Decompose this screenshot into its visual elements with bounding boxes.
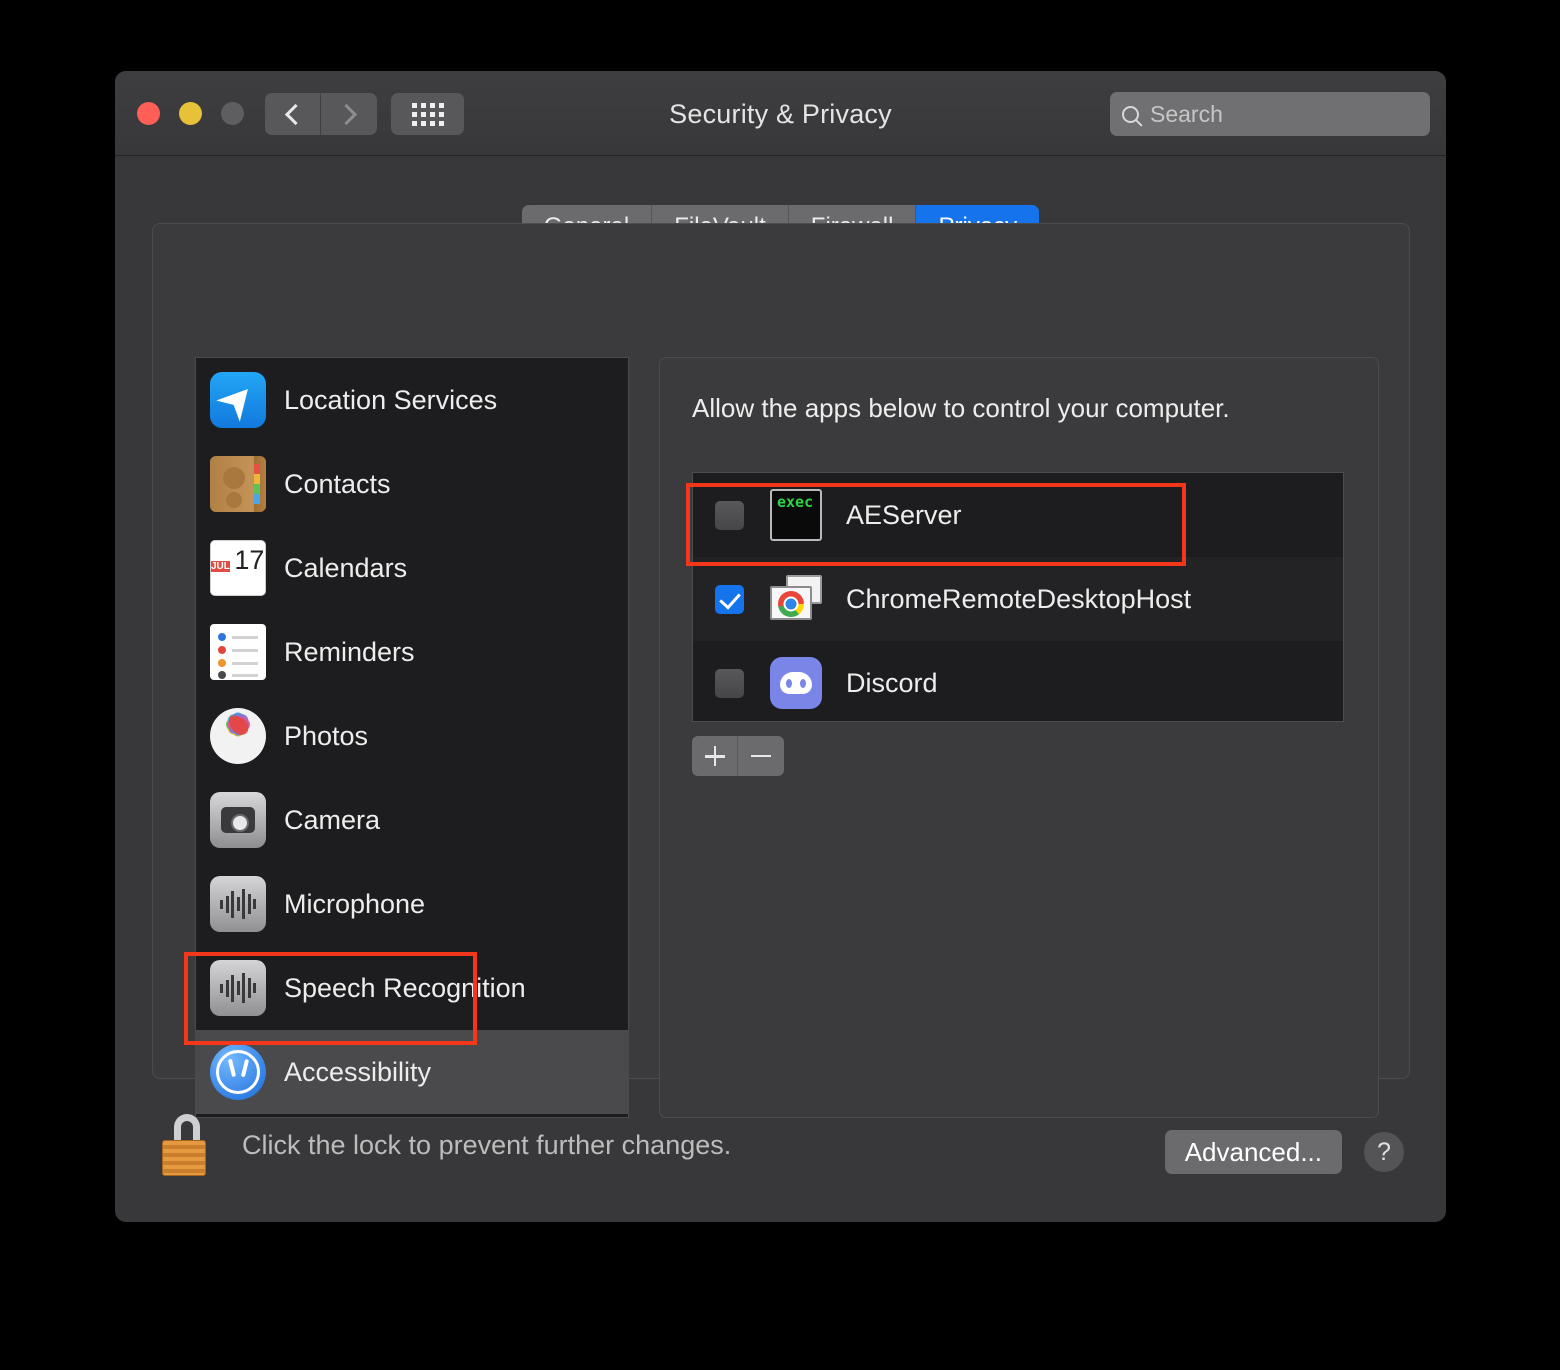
system-preferences-window: Security & Privacy Search General FileVa… [115, 71, 1446, 1222]
table-row[interactable]: ChromeRemoteDesktopHost [693, 557, 1343, 641]
terminal-exec-icon: exec [770, 489, 822, 541]
chrome-remote-desktop-icon [770, 573, 822, 625]
app-name: AEServer [846, 500, 962, 531]
screenshot-root: Security & Privacy Search General FileVa… [0, 0, 1560, 1370]
unlocked-padlock-icon[interactable] [160, 1114, 220, 1176]
calendar-month: JUL [211, 561, 230, 572]
table-row[interactable]: Discord [693, 641, 1343, 722]
sidebar-item-reminders[interactable]: Reminders [196, 610, 628, 694]
accessibility-icon [210, 1044, 266, 1100]
sidebar-item-photos[interactable]: Photos [196, 694, 628, 778]
lock-message: Click the lock to prevent further change… [242, 1130, 731, 1161]
sidebar-item-label: Speech Recognition [284, 973, 526, 1004]
table-row[interactable]: exec AEServer [693, 473, 1343, 557]
photos-icon [210, 708, 266, 764]
app-name: Discord [846, 668, 938, 699]
search-placeholder: Search [1150, 101, 1223, 128]
sidebar-item-label: Calendars [284, 553, 407, 584]
microphone-icon [210, 876, 266, 932]
plus-icon [705, 746, 725, 766]
privacy-pane: Location Services Contacts JUL 17 Calend… [152, 223, 1410, 1079]
minus-icon [751, 755, 771, 758]
sidebar-item-contacts[interactable]: Contacts [196, 442, 628, 526]
speech-recognition-icon [210, 960, 266, 1016]
sidebar-item-label: Location Services [284, 385, 497, 416]
sidebar-item-label: Photos [284, 721, 368, 752]
sidebar-item-camera[interactable]: Camera [196, 778, 628, 862]
sidebar-item-microphone[interactable]: Microphone [196, 862, 628, 946]
add-app-button[interactable] [692, 736, 738, 776]
remove-app-button[interactable] [738, 736, 784, 776]
accessibility-apps-panel: Allow the apps below to control your com… [659, 357, 1379, 1118]
calendar-day: 17 [234, 545, 264, 575]
sidebar-item-label: Microphone [284, 889, 425, 920]
sidebar-item-label: Reminders [284, 637, 415, 668]
search-input[interactable]: Search [1110, 92, 1430, 136]
app-checkbox[interactable] [715, 501, 744, 530]
privacy-category-list[interactable]: Location Services Contacts JUL 17 Calend… [195, 357, 629, 1118]
panel-heading: Allow the apps below to control your com… [692, 393, 1378, 424]
sidebar-item-accessibility[interactable]: Accessibility [196, 1030, 628, 1114]
help-button[interactable]: ? [1364, 1132, 1404, 1172]
sidebar-item-speech-recognition[interactable]: Speech Recognition [196, 946, 628, 1030]
sidebar-item-label: Contacts [284, 469, 391, 500]
location-services-icon [210, 372, 266, 428]
allowed-apps-list[interactable]: exec AEServer ChromeRemoteDesktopHost [692, 472, 1344, 722]
window-titlebar: Security & Privacy Search [115, 71, 1446, 156]
camera-icon [210, 792, 266, 848]
sidebar-item-label: Accessibility [284, 1057, 431, 1088]
sidebar-item-calendars[interactable]: JUL 17 Calendars [196, 526, 628, 610]
lock-row[interactable]: Click the lock to prevent further change… [160, 1114, 731, 1176]
search-icon [1122, 106, 1139, 123]
add-remove-buttons [692, 736, 784, 776]
calendars-icon: JUL 17 [210, 540, 266, 596]
sidebar-item-location-services[interactable]: Location Services [196, 358, 628, 442]
sidebar-item-label: Camera [284, 805, 380, 836]
app-checkbox[interactable] [715, 585, 744, 614]
app-name: ChromeRemoteDesktopHost [846, 584, 1191, 615]
discord-icon [770, 657, 822, 709]
exec-icon-text: exec [777, 493, 813, 511]
reminders-icon [210, 624, 266, 680]
advanced-button[interactable]: Advanced... [1165, 1130, 1342, 1174]
contacts-icon [210, 456, 266, 512]
app-checkbox[interactable] [715, 669, 744, 698]
